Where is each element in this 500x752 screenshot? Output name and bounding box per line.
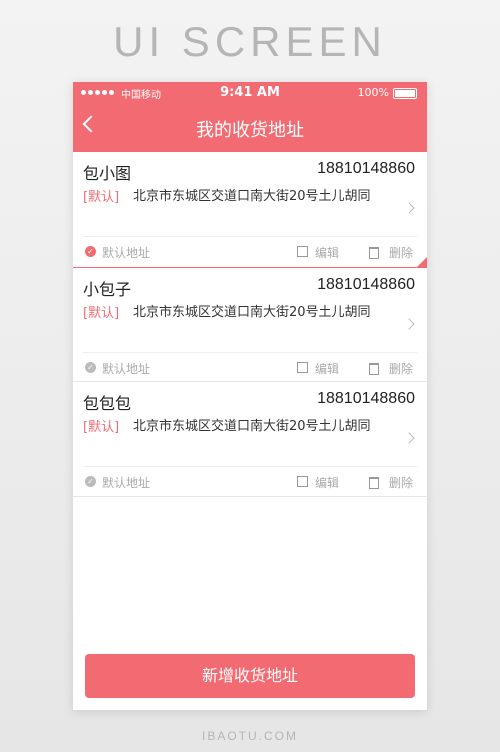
address-actions: ✓ 默认地址 编辑 删除: [73, 358, 427, 378]
recipient-phone: 18810148860: [317, 390, 415, 407]
app-header: 中国移动 9:41 AM 100% 我的收货地址: [73, 82, 427, 152]
trash-icon[interactable]: [369, 477, 379, 489]
edit-icon[interactable]: [297, 246, 308, 257]
default-tag: [默认]: [83, 306, 120, 321]
default-tag: [默认]: [83, 420, 120, 435]
battery-icon: [393, 88, 417, 99]
trash-icon[interactable]: [369, 247, 379, 259]
battery-percentage: 100%: [357, 86, 389, 99]
check-circle-icon[interactable]: ✓: [85, 476, 96, 487]
add-address-button[interactable]: 新增收货地址: [85, 654, 415, 698]
default-tag: [默认]: [83, 190, 120, 205]
check-circle-icon[interactable]: ✓: [85, 246, 96, 257]
edit-button[interactable]: 编辑: [315, 360, 339, 377]
edit-button[interactable]: 编辑: [315, 244, 339, 261]
address-text: 北京市东城区交道口南大街20号土儿胡同: [133, 189, 371, 204]
recipient-name: 包包包: [83, 394, 132, 413]
address-card[interactable]: 包包包 18810148860 [默认] 北京市东城区交道口南大街20号土儿胡同…: [73, 382, 427, 497]
chevron-right-icon[interactable]: [403, 432, 415, 444]
chevron-right-icon[interactable]: [403, 318, 415, 330]
chevron-right-icon[interactable]: [403, 202, 415, 214]
trash-icon[interactable]: [369, 363, 379, 375]
address-card[interactable]: 包小图 18810148860 [默认] 北京市东城区交道口南大街20号土儿胡同…: [73, 152, 427, 268]
address-text: 北京市东城区交道口南大街20号土儿胡同: [133, 305, 371, 320]
edit-button[interactable]: 编辑: [315, 474, 339, 491]
check-circle-icon[interactable]: ✓: [85, 362, 96, 373]
address-actions: ✓ 默认地址 编辑 删除: [73, 472, 427, 492]
delete-button[interactable]: 删除: [389, 360, 413, 377]
page-title: 我的收货地址: [196, 120, 304, 141]
footer-watermark: IBAOTU.COM: [201, 729, 298, 743]
recipient-name: 小包子: [83, 280, 132, 299]
status-bar: 中国移动 9:41 AM 100%: [73, 82, 427, 104]
recipient-phone: 18810148860: [317, 276, 415, 293]
edit-icon[interactable]: [297, 362, 308, 373]
phone-screen: 中国移动 9:41 AM 100% 我的收货地址 包小图 18810148860…: [73, 82, 427, 710]
address-text: 北京市东城区交道口南大街20号土儿胡同: [133, 419, 371, 434]
edit-icon[interactable]: [297, 476, 308, 487]
delete-button[interactable]: 删除: [389, 474, 413, 491]
delete-button[interactable]: 删除: [389, 244, 413, 261]
set-default-label[interactable]: 默认地址: [102, 360, 150, 377]
divider: [83, 352, 417, 353]
recipient-phone: 18810148860: [317, 160, 415, 177]
set-default-label[interactable]: 默认地址: [102, 244, 150, 261]
divider: [83, 236, 417, 237]
page-heading: UI SCREEN: [113, 18, 387, 65]
recipient-name: 包小图: [83, 164, 132, 183]
address-card[interactable]: 小包子 18810148860 [默认] 北京市东城区交道口南大街20号土儿胡同…: [73, 268, 427, 382]
divider: [83, 466, 417, 467]
set-default-label[interactable]: 默认地址: [102, 474, 150, 491]
address-actions: ✓ 默认地址 编辑 删除: [73, 242, 427, 262]
